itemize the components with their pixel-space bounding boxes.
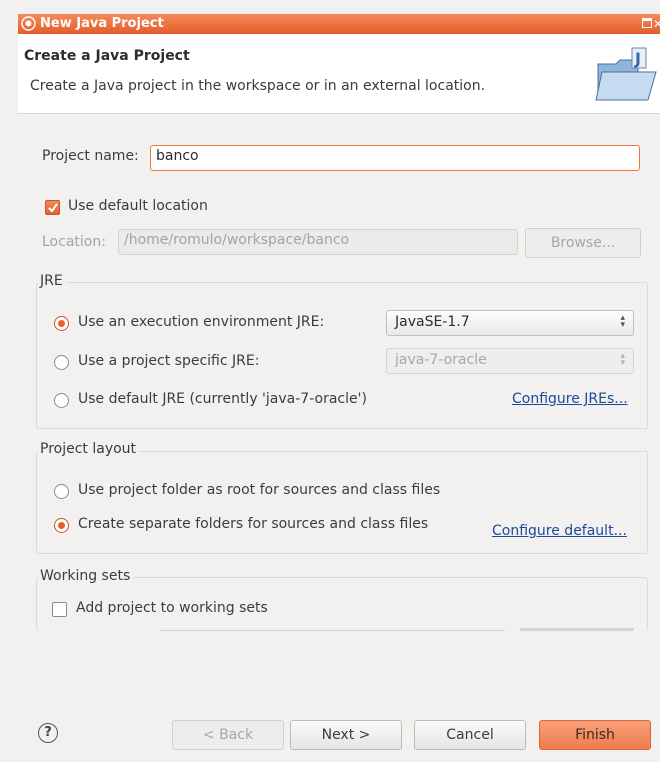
- check-icon: [48, 203, 58, 213]
- header-banner: Create a Java Project Create a Java proj…: [18, 34, 660, 114]
- jre-radio-project-specific[interactable]: [54, 355, 69, 370]
- back-button[interactable]: < Back: [172, 720, 284, 750]
- layout-option-single-folder-label: Use project folder as root for sources a…: [78, 482, 441, 498]
- title-bar[interactable]: New Java Project ✕: [18, 14, 660, 34]
- jre-option-default-label: Use default JRE (currently 'java-7-oracl…: [78, 391, 367, 407]
- help-icon[interactable]: ?: [38, 723, 58, 743]
- window-title: New Java Project: [40, 16, 164, 31]
- page-description: Create a Java project in the workspace o…: [30, 78, 486, 94]
- add-to-working-sets-label: Add project to working sets: [76, 600, 268, 616]
- jre-radio-default[interactable]: [54, 393, 69, 408]
- cancel-button[interactable]: Cancel: [414, 720, 526, 750]
- eclipse-icon: [21, 16, 36, 31]
- maximize-icon[interactable]: [642, 18, 652, 28]
- location-input[interactable]: /home/romulo/workspace/banco: [118, 229, 518, 255]
- use-default-location-label: Use default location: [68, 198, 208, 214]
- execution-env-select[interactable]: JavaSE-1.7 ▴ ▾: [386, 310, 634, 336]
- layout-radio-separate-folders[interactable]: [54, 518, 69, 533]
- finish-button[interactable]: Finish: [539, 720, 651, 750]
- jre-group-title: JRE: [38, 273, 66, 289]
- svg-text:J: J: [634, 49, 641, 68]
- location-label: Location:: [42, 234, 106, 250]
- use-default-location-checkbox[interactable]: [45, 200, 60, 215]
- project-name-label: Project name:: [42, 148, 139, 164]
- spin-arrows-icon: ▴ ▾: [620, 313, 625, 330]
- page-title: Create a Java Project: [24, 48, 190, 64]
- configure-jres-link[interactable]: Configure JREs...: [512, 391, 628, 407]
- layout-radio-single-folder[interactable]: [54, 484, 69, 499]
- jre-option-project-specific-label: Use a project specific JRE:: [78, 353, 260, 369]
- next-button[interactable]: Next >: [290, 720, 402, 750]
- project-layout-group-title: Project layout: [38, 441, 140, 457]
- jre-option-execution-env-label: Use an execution environment JRE:: [78, 314, 325, 330]
- browse-button[interactable]: Browse...: [525, 228, 641, 258]
- jre-radio-execution-env[interactable]: [54, 316, 69, 331]
- project-specific-jre-value: java-7-oracle: [395, 352, 487, 368]
- project-specific-jre-select[interactable]: java-7-oracle ▴ ▾: [386, 348, 634, 374]
- working-sets-group-title: Working sets: [38, 568, 134, 584]
- add-to-working-sets-checkbox[interactable]: [52, 602, 67, 617]
- spin-arrows-icon: ▴ ▾: [620, 351, 625, 368]
- cutoff-button-edge: [520, 628, 634, 631]
- layout-option-separate-folders-label: Create separate folders for sources and …: [78, 516, 429, 532]
- java-project-folder-icon: J: [595, 47, 657, 101]
- execution-env-value: JavaSE-1.7: [395, 314, 470, 330]
- configure-default-link[interactable]: Configure default...: [492, 523, 627, 539]
- close-icon[interactable]: ✕: [653, 14, 660, 34]
- new-java-project-dialog: New Java Project ✕ Create a Java Project…: [0, 0, 660, 762]
- project-name-input[interactable]: banco: [150, 145, 640, 171]
- cutoff-line: [160, 630, 505, 631]
